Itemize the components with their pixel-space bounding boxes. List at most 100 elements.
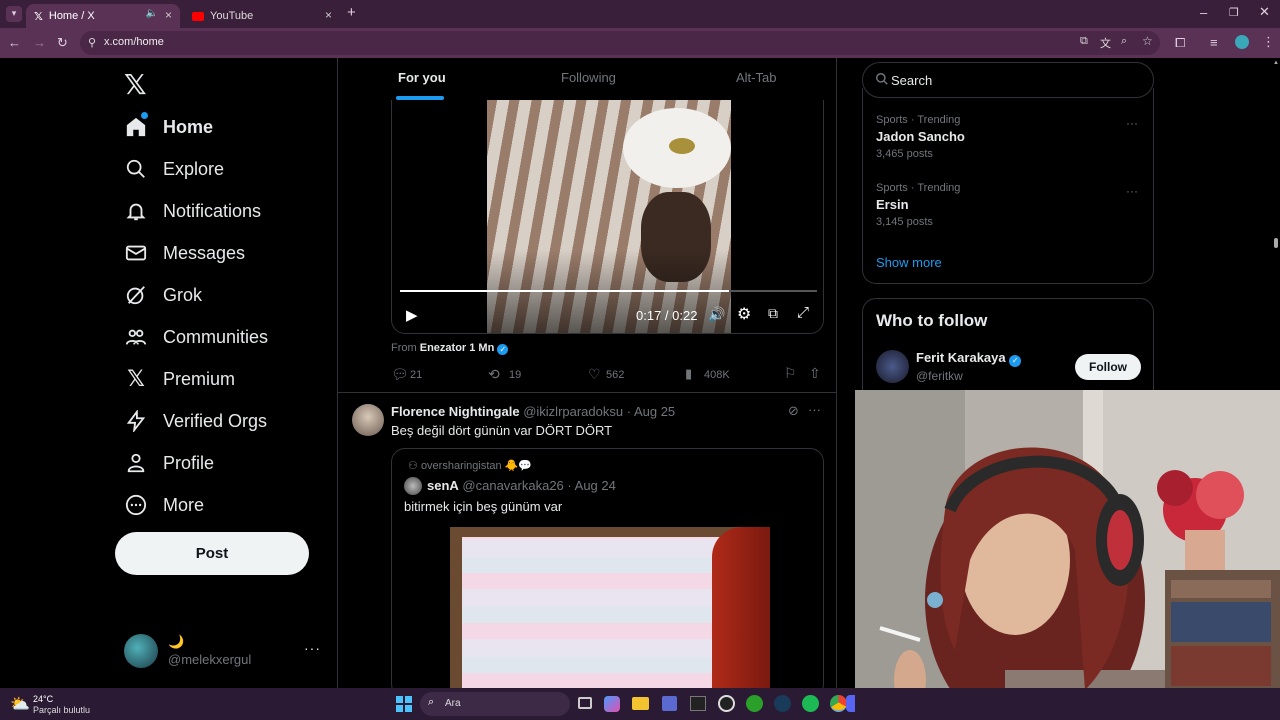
quote-text: bitirmek için beş günüm var: [404, 499, 563, 514]
post-date[interactable]: · Aug 25: [627, 404, 675, 419]
settings-icon[interactable]: ⚙: [737, 304, 751, 324]
sidebar-item-home[interactable]: Home: [124, 112, 213, 142]
tab-following[interactable]: Following: [561, 70, 616, 85]
reply-icon[interactable]: 💬︎: [391, 366, 409, 383]
restore-icon[interactable]: ❐: [1229, 6, 1239, 20]
pip-icon[interactable]: ⧉: [768, 305, 778, 322]
sidebar-item-label: Explore: [163, 158, 225, 179]
sidebar-item-label: Grok: [163, 284, 203, 305]
trend-more-icon[interactable]: ···: [1126, 116, 1138, 130]
extensions-icon[interactable]: ⧠: [1175, 36, 1185, 50]
sidebar-item-notifications[interactable]: Notifications: [124, 196, 261, 226]
mute-icon[interactable]: 🔈: [146, 8, 158, 19]
profile-avatar-icon[interactable]: [1235, 35, 1249, 49]
site-info-icon[interactable]: ⚲: [88, 36, 96, 49]
tab-home-x[interactable]: 𝕏 Home / X 🔈 ×: [26, 4, 180, 28]
sidebar-item-more[interactable]: More: [124, 490, 204, 520]
video-food: [669, 138, 695, 154]
forward-icon[interactable]: →: [33, 36, 46, 50]
reload-icon[interactable]: ↻: [57, 36, 68, 50]
weather-temp: 24°C: [33, 694, 54, 704]
video-progress-track[interactable]: [400, 290, 817, 292]
lightning-icon: [124, 409, 148, 433]
scrollbar-thumb[interactable]: [1274, 238, 1278, 248]
task-view-icon[interactable]: [578, 697, 592, 709]
sidebar-item-messages[interactable]: Messages: [124, 238, 245, 268]
post-more-icon[interactable]: ···: [808, 402, 821, 417]
trend-posts: 3,465 posts: [876, 148, 933, 160]
mail-icon: [124, 241, 148, 265]
play-icon[interactable]: ▶: [406, 306, 418, 324]
views-icon[interactable]: ▮: [685, 366, 692, 382]
windows-start-icon[interactable]: [396, 696, 412, 712]
follow-button[interactable]: Follow: [1075, 354, 1141, 380]
close-tab-icon[interactable]: ×: [165, 8, 172, 22]
steam-icon[interactable]: [774, 695, 791, 712]
obs-icon[interactable]: [718, 695, 735, 712]
spotify-icon[interactable]: [802, 695, 819, 712]
video-player[interactable]: ▶ 0:17 / 0:22 🔊 ⚙ ⧉ ⤢: [391, 100, 824, 334]
source-name[interactable]: Enezator 1 Mn: [420, 342, 495, 354]
install-app-icon[interactable]: ⧉: [1080, 35, 1088, 48]
x-logo-icon[interactable]: 𝕏: [124, 68, 147, 101]
close-tab-icon[interactable]: ×: [325, 8, 332, 22]
account-switcher[interactable]: 🌙 @melekxergul ···: [124, 632, 324, 668]
sidebar-item-explore[interactable]: Explore: [124, 154, 224, 184]
search-placeholder: Search: [891, 73, 933, 88]
back-icon[interactable]: ←: [8, 36, 21, 50]
avatar[interactable]: [876, 350, 909, 383]
file-explorer-icon[interactable]: [632, 697, 649, 710]
grok-icon[interactable]: ⊘: [788, 403, 799, 419]
menu-kebab-icon[interactable]: ⋮: [1262, 35, 1275, 49]
trend-category: Sports · Trending: [876, 182, 961, 194]
url-field[interactable]: ⚲ x.com/home ⧉ 文 ⌕ ☆: [80, 31, 1160, 55]
quote-image[interactable]: [450, 527, 770, 688]
trend-item[interactable]: Sports · Trending Jadon Sancho 3,465 pos…: [876, 114, 1146, 168]
sidebar-item-communities[interactable]: Communities: [124, 322, 268, 352]
address-bar-row: ← → ↻ ⚲ x.com/home ⧉ 文 ⌕ ☆ ⧠ ≡ ⋮: [0, 28, 1280, 58]
weather-widget[interactable]: ⛅ 24°C Parçalı bulutlu: [10, 692, 130, 716]
post-button[interactable]: Post: [115, 532, 309, 575]
scrollbar-up-arrow[interactable]: ▲: [1273, 60, 1279, 66]
taskbar-search[interactable]: ⌕ Ara: [420, 692, 570, 716]
bookmark-star-icon[interactable]: ☆: [1142, 34, 1153, 48]
avatar: [124, 634, 158, 668]
store-icon[interactable]: [662, 696, 677, 711]
sidebar-item-grok[interactable]: Grok: [124, 280, 202, 310]
zoom-icon[interactable]: ⌕: [1121, 35, 1127, 48]
chrome-icon[interactable]: [830, 695, 847, 712]
tab-for-you[interactable]: For you: [398, 70, 446, 85]
fullscreen-icon[interactable]: ⤢: [797, 304, 809, 321]
follow-name-row[interactable]: Ferit Karakaya ✓: [916, 350, 1022, 367]
sidebar-item-premium[interactable]: 𝕏 Premium: [124, 364, 235, 394]
bookmark-icon[interactable]: ⚐: [784, 365, 797, 382]
terminal-icon[interactable]: [690, 696, 706, 711]
tab-alt-tab[interactable]: Alt-Tab: [736, 70, 776, 85]
repost-icon[interactable]: ⟲: [488, 366, 500, 383]
like-icon[interactable]: ♡: [588, 366, 601, 383]
tab-youtube[interactable]: YouTube ×: [184, 4, 340, 28]
author-handle[interactable]: @ikizlrparadoksu: [523, 404, 623, 419]
discord-icon[interactable]: [846, 695, 855, 712]
xbox-icon[interactable]: [746, 695, 763, 712]
author-name[interactable]: Florence Nightingale: [391, 404, 520, 419]
minimize-icon[interactable]: –: [1200, 6, 1207, 20]
sidebar-item-label: Premium: [163, 368, 236, 389]
trend-more-icon[interactable]: ···: [1126, 184, 1138, 198]
tab-list-icon[interactable]: ▾: [6, 6, 22, 22]
share-icon[interactable]: ⇧: [809, 365, 821, 382]
trend-item[interactable]: Sports · Trending Ersin 3,145 posts ···: [876, 182, 1146, 236]
quoted-post[interactable]: ⚇ oversharingistan 🐥💬 senA @canavarkaka2…: [391, 448, 824, 688]
avatar[interactable]: [352, 404, 384, 436]
copilot-icon[interactable]: [604, 696, 620, 712]
show-more-link[interactable]: Show more: [876, 255, 942, 270]
close-window-icon[interactable]: ✕: [1259, 5, 1270, 19]
account-more-icon[interactable]: ···: [304, 640, 321, 656]
sidebar-item-profile[interactable]: Profile: [124, 448, 214, 478]
media-icon[interactable]: ≡: [1210, 36, 1218, 50]
sidebar-item-verified-orgs[interactable]: Verified Orgs: [124, 406, 267, 436]
verified-badge-icon: ✓: [1009, 355, 1022, 367]
volume-icon[interactable]: 🔊: [708, 306, 725, 323]
translate-icon[interactable]: 文: [1100, 35, 1111, 51]
new-tab-icon[interactable]: +: [347, 5, 356, 20]
